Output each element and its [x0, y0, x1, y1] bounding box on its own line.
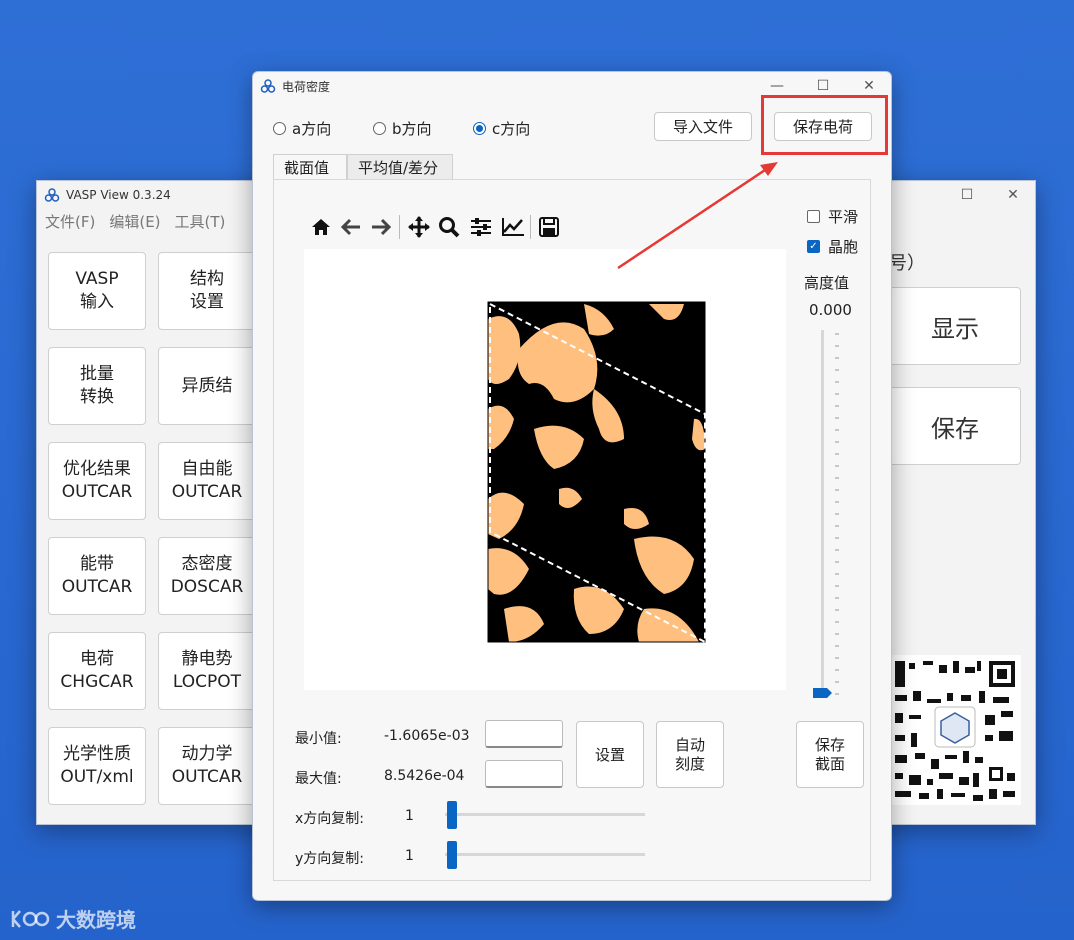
height-slider[interactable]	[811, 330, 851, 702]
radio-a-direction[interactable]: a方向	[273, 118, 331, 139]
y-repeat-value: 1	[405, 848, 414, 864]
save-icon[interactable]	[536, 214, 562, 240]
highlight-annotation-box	[761, 95, 888, 155]
menu-edit[interactable]: 编辑(E)	[109, 211, 160, 237]
height-slider-thumb[interactable]	[813, 688, 832, 698]
x-repeat-value: 1	[405, 808, 414, 824]
vasp-window-title: VASP View 0.3.24	[66, 188, 171, 202]
smooth-checkbox[interactable]: 平滑	[807, 206, 858, 227]
radio-c-direction[interactable]: c方向	[473, 118, 530, 139]
secondary-window: ☐ ✕ 号） 显示 保存	[870, 180, 1036, 825]
watermark: 大数跨境	[10, 904, 136, 933]
auto-scale-button[interactable]: 自动 刻度	[656, 721, 724, 788]
band-button[interactable]: 能带 OUTCAR	[48, 537, 146, 615]
watermark-text: 大数跨境	[56, 908, 136, 932]
electrostatic-potential-button[interactable]: 静电势 LOCPOT	[158, 632, 256, 710]
cell-label: 晶胞	[828, 238, 859, 256]
vasp-titlebar[interactable]: VASP View 0.3.24	[37, 181, 275, 209]
min-value: -1.6065e-03	[384, 728, 470, 744]
min-label: 最小值:	[295, 731, 342, 747]
watermark-logo-icon	[11, 909, 50, 928]
dynamics-button[interactable]: 动力学 OUTCAR	[158, 727, 256, 805]
charge-button[interactable]: 电荷 CHGCAR	[48, 632, 146, 710]
slider-track	[445, 853, 645, 856]
save-section-button[interactable]: 保存 截面	[796, 721, 864, 788]
height-label: 高度值	[804, 274, 850, 292]
tab-average-difference[interactable]: 平均值/差分	[347, 154, 453, 180]
radio-label: b方向	[392, 120, 432, 138]
structure-settings-button[interactable]: 结构 设置	[158, 252, 256, 330]
import-file-button[interactable]: 导入文件	[654, 112, 752, 141]
slider-track	[445, 813, 645, 816]
min-input[interactable]	[485, 720, 563, 748]
zoom-icon[interactable]	[436, 214, 462, 240]
slider-thumb[interactable]	[447, 801, 457, 829]
radio-indicator	[273, 122, 286, 135]
cell-checkbox[interactable]: ✓ 晶胞	[807, 236, 858, 257]
show-button[interactable]: 显示	[889, 287, 1021, 365]
max-input[interactable]	[485, 760, 563, 788]
configure-icon[interactable]	[468, 214, 494, 240]
qr-code-image	[889, 655, 1021, 805]
y-repeat-label: y方向复制:	[295, 851, 365, 867]
back-arrow-icon[interactable]	[338, 214, 364, 240]
toolbar-divider	[399, 215, 400, 239]
max-label: 最大值:	[295, 771, 342, 787]
plot-canvas[interactable]	[304, 249, 786, 690]
set-button[interactable]: 设置	[576, 721, 644, 788]
smooth-label: 平滑	[828, 208, 859, 226]
radio-indicator	[373, 122, 386, 135]
menu-tools[interactable]: 工具(T)	[175, 211, 226, 237]
batch-convert-button[interactable]: 批量 转换	[48, 347, 146, 425]
vasp-menubar: 文件(F) 编辑(E) 工具(T)	[37, 211, 275, 237]
x-repeat-slider[interactable]	[445, 799, 645, 829]
height-value: 0.000	[809, 301, 852, 319]
menu-file[interactable]: 文件(F)	[45, 211, 95, 237]
vasp-input-button[interactable]: VASP 输入	[48, 252, 146, 330]
pan-icon[interactable]	[406, 214, 432, 240]
radio-b-direction[interactable]: b方向	[373, 118, 432, 139]
y-repeat-slider[interactable]	[445, 839, 645, 869]
charge-density-map	[487, 301, 706, 644]
slider-thumb[interactable]	[447, 841, 457, 869]
optical-properties-button[interactable]: 光学性质 OUT/xml	[48, 727, 146, 805]
checkbox-box	[807, 210, 820, 223]
edit-axis-icon[interactable]	[500, 214, 526, 240]
home-icon[interactable]	[308, 214, 334, 240]
tab-section-value[interactable]: 截面值	[273, 154, 347, 180]
app-logo-icon	[44, 188, 60, 202]
radio-label: a方向	[292, 120, 332, 138]
maximize-icon[interactable]: ☐	[945, 181, 989, 209]
radio-label: c方向	[492, 120, 531, 138]
partial-label: 号）	[889, 253, 925, 274]
x-repeat-label: x方向复制:	[295, 811, 365, 827]
free-energy-button[interactable]: 自由能 OUTCAR	[158, 442, 256, 520]
save-button[interactable]: 保存	[889, 387, 1021, 465]
radio-indicator-selected	[473, 122, 486, 135]
dos-button[interactable]: 态密度 DOSCAR	[158, 537, 256, 615]
close-icon[interactable]: ✕	[991, 181, 1035, 209]
forward-arrow-icon[interactable]	[368, 214, 394, 240]
optimization-result-button[interactable]: 优化结果 OUTCAR	[48, 442, 146, 520]
toolbar-divider	[530, 215, 531, 239]
charge-density-window: 电荷密度 — ☐ ✕ a方向 b方向 c方向 导入文件 保存电荷 截面值 平均值…	[252, 71, 892, 901]
checkbox-box-checked: ✓	[807, 240, 820, 253]
max-value: 8.5426e-04	[384, 768, 465, 784]
heterojunction-button[interactable]: 异质结	[158, 347, 256, 425]
charge-window-title: 电荷密度	[282, 79, 331, 94]
vasp-view-window: VASP View 0.3.24 文件(F) 编辑(E) 工具(T) VASP …	[36, 180, 276, 825]
app-logo-icon	[260, 79, 276, 93]
